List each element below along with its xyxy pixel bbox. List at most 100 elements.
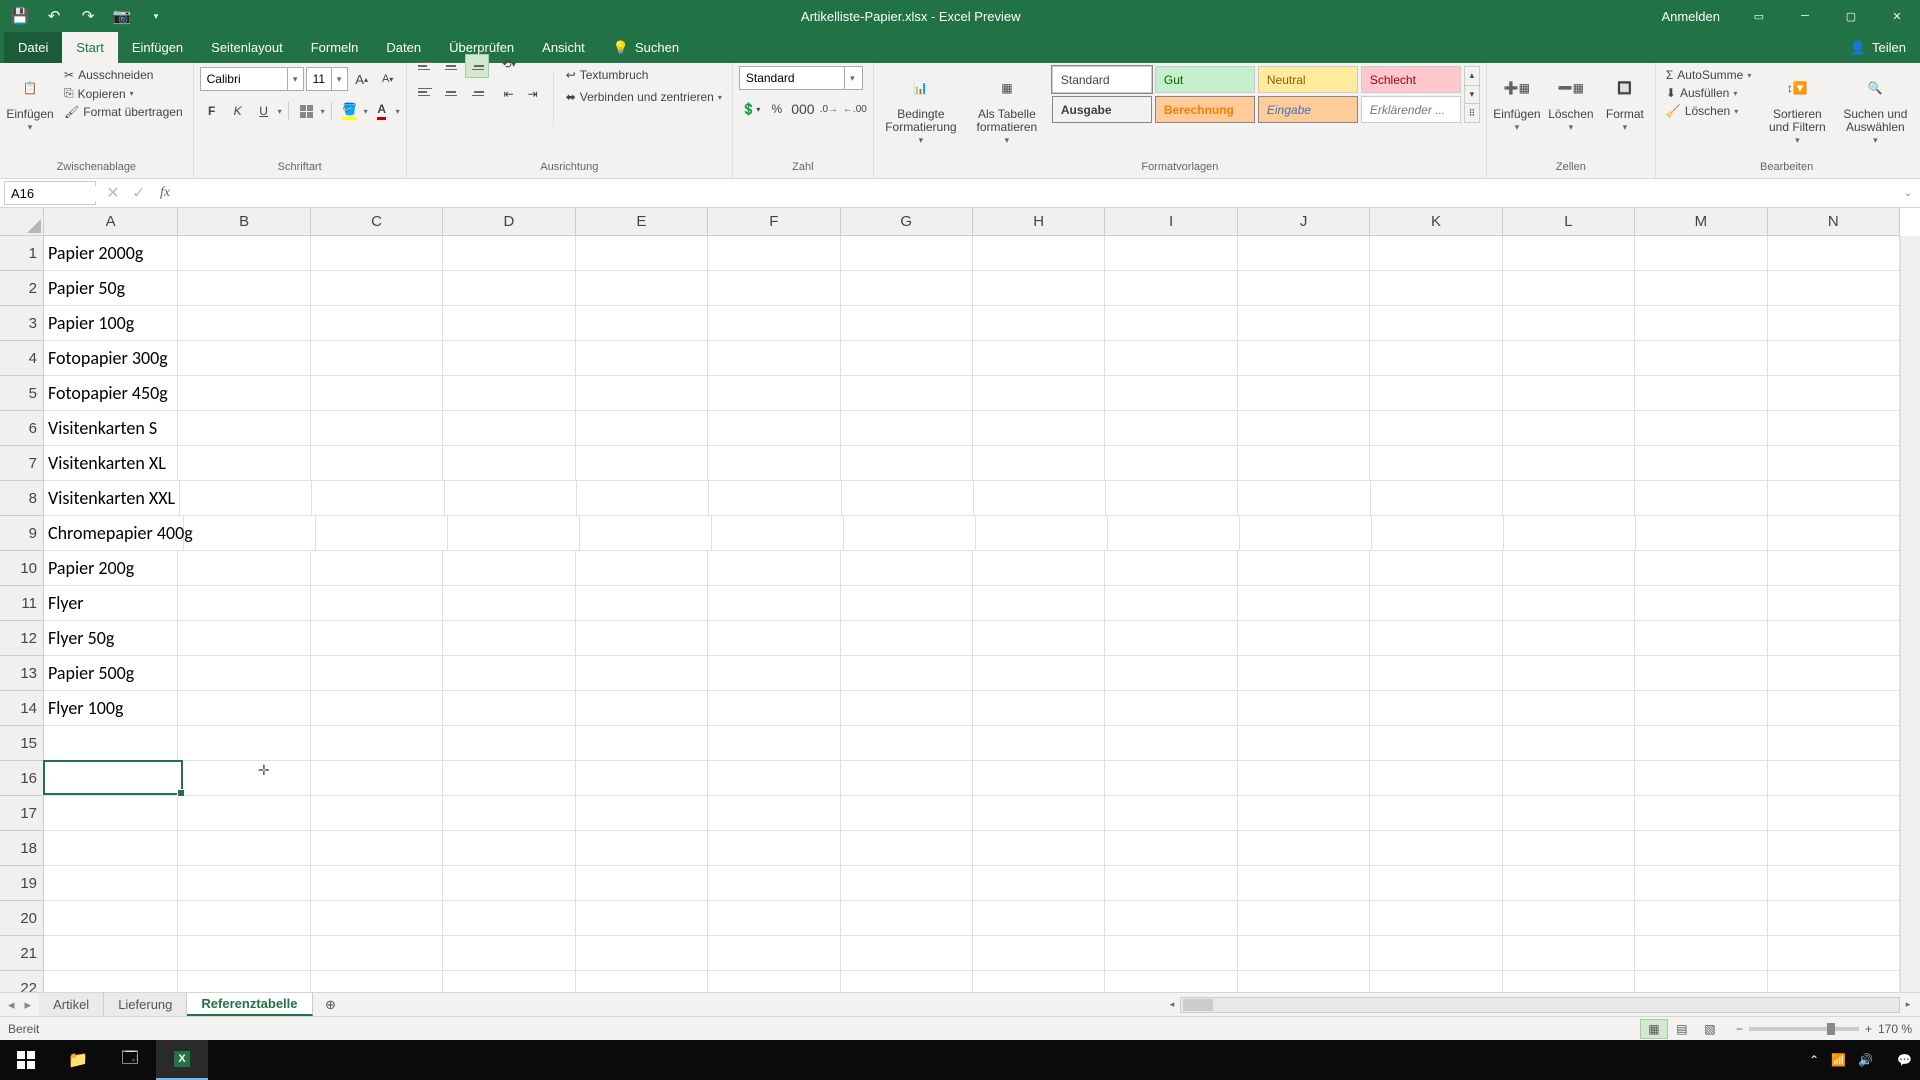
cell[interactable] xyxy=(1238,481,1370,516)
cell[interactable] xyxy=(178,586,310,621)
tab-einfuegen[interactable]: Einfügen xyxy=(118,32,197,63)
cell[interactable]: Papier 2000g xyxy=(44,236,178,271)
cell[interactable] xyxy=(1105,761,1237,796)
sheet-nav-next-button[interactable]: ▸ xyxy=(25,997,32,1013)
cell[interactable] xyxy=(708,936,840,971)
number-format-combo[interactable]: ▾ xyxy=(739,66,863,90)
cell[interactable] xyxy=(316,516,448,551)
fill-color-button[interactable]: 🪣 xyxy=(338,99,362,123)
vertical-scrollbar[interactable] xyxy=(1900,236,1920,992)
cell[interactable] xyxy=(576,271,708,306)
cell[interactable] xyxy=(1105,621,1237,656)
comma-format-button[interactable]: 000 xyxy=(791,97,815,121)
cell[interactable] xyxy=(1635,656,1767,691)
cell[interactable] xyxy=(576,691,708,726)
sort-filter-button[interactable]: ↕🔽Sortieren und Filtern▾ xyxy=(1761,66,1833,154)
column-header-I[interactable]: I xyxy=(1105,208,1237,235)
cell[interactable] xyxy=(973,376,1105,411)
expand-formula-bar-button[interactable]: ⌄ xyxy=(1896,188,1920,199)
start-button[interactable] xyxy=(0,1040,52,1080)
cell[interactable] xyxy=(576,726,708,761)
cell[interactable] xyxy=(708,376,840,411)
cell[interactable] xyxy=(708,341,840,376)
cell[interactable] xyxy=(1503,901,1635,936)
cell[interactable] xyxy=(178,376,310,411)
cell[interactable] xyxy=(842,481,974,516)
cell[interactable] xyxy=(708,866,840,901)
find-select-button[interactable]: 🔍Suchen und Auswählen▾ xyxy=(1839,66,1911,154)
align-top-button[interactable] xyxy=(413,54,437,78)
app-taskbar-button[interactable]: 🗔 xyxy=(104,1040,156,1080)
row-header-17[interactable]: 17 xyxy=(0,796,43,831)
zoom-out-button[interactable]: − xyxy=(1736,1022,1743,1036)
cell[interactable]: Flyer 50g xyxy=(44,621,178,656)
cell[interactable] xyxy=(1238,306,1370,341)
cell[interactable] xyxy=(841,586,973,621)
cell[interactable] xyxy=(576,446,708,481)
cell[interactable] xyxy=(1238,586,1370,621)
horizontal-scrollbar[interactable] xyxy=(1180,997,1900,1013)
cell[interactable] xyxy=(1106,481,1238,516)
cell[interactable] xyxy=(1238,376,1370,411)
add-sheet-button[interactable]: ⊕ xyxy=(313,993,349,1016)
merge-center-button[interactable]: ⬌Verbinden und zentrieren▾ xyxy=(562,88,726,106)
cell[interactable] xyxy=(311,796,443,831)
cell[interactable] xyxy=(1105,341,1237,376)
cell[interactable] xyxy=(1635,271,1767,306)
align-bottom-button[interactable] xyxy=(465,54,489,78)
cell[interactable] xyxy=(708,831,840,866)
style-berechnung[interactable]: Berechnung xyxy=(1155,96,1255,123)
cell[interactable] xyxy=(576,341,708,376)
cell[interactable] xyxy=(576,831,708,866)
indent-decrease-button[interactable]: ⇤ xyxy=(497,82,521,106)
decrease-decimal-button[interactable]: .0→ xyxy=(817,97,841,121)
cell[interactable] xyxy=(1370,761,1502,796)
cell[interactable] xyxy=(1238,446,1370,481)
insert-cells-button[interactable]: ➕▦Einfügen▾ xyxy=(1493,66,1541,154)
chevron-down-icon[interactable]: ▾ xyxy=(844,67,860,89)
cell[interactable] xyxy=(709,481,841,516)
wrap-text-button[interactable]: ↩Textumbruch xyxy=(562,66,726,84)
cell[interactable] xyxy=(1105,446,1237,481)
cell[interactable] xyxy=(443,551,575,586)
ribbon-display-icon[interactable]: ▭ xyxy=(1736,0,1782,32)
cell[interactable] xyxy=(1238,936,1370,971)
column-header-L[interactable]: L xyxy=(1503,208,1635,235)
cell[interactable] xyxy=(1105,866,1237,901)
excel-taskbar-button[interactable]: X xyxy=(156,1040,208,1080)
column-header-A[interactable]: A xyxy=(44,208,178,235)
cell[interactable] xyxy=(1503,936,1635,971)
sheet-tab-lieferung[interactable]: Lieferung xyxy=(104,993,187,1016)
cell[interactable] xyxy=(1768,481,1900,516)
cell[interactable] xyxy=(1238,551,1370,586)
sheet-tab-referenztabelle[interactable]: Referenztabelle xyxy=(187,993,312,1016)
cell[interactable] xyxy=(1238,726,1370,761)
cell[interactable] xyxy=(1635,236,1767,271)
cell[interactable] xyxy=(708,411,840,446)
row-header-18[interactable]: 18 xyxy=(0,831,43,866)
style-neutral[interactable]: Neutral xyxy=(1258,66,1358,93)
cell[interactable] xyxy=(448,516,580,551)
cell[interactable] xyxy=(1503,481,1635,516)
font-name-combo[interactable]: ▾ xyxy=(200,67,304,91)
cell[interactable] xyxy=(841,936,973,971)
cell[interactable] xyxy=(1238,236,1370,271)
cell[interactable] xyxy=(708,761,840,796)
file-explorer-taskbar-button[interactable]: 📁 xyxy=(52,1040,104,1080)
row-header-8[interactable]: 8 xyxy=(0,481,43,516)
number-format-input[interactable] xyxy=(740,67,844,89)
cell[interactable] xyxy=(1372,516,1504,551)
gallery-up-button[interactable]: ▴ xyxy=(1465,67,1479,86)
cell[interactable] xyxy=(576,236,708,271)
cell[interactable] xyxy=(443,796,575,831)
cell[interactable] xyxy=(973,621,1105,656)
cell[interactable] xyxy=(1503,656,1635,691)
cell[interactable] xyxy=(1503,411,1635,446)
cell[interactable] xyxy=(708,586,840,621)
row-header-15[interactable]: 15 xyxy=(0,726,43,761)
cell[interactable] xyxy=(1503,306,1635,341)
cell[interactable] xyxy=(973,656,1105,691)
cell[interactable] xyxy=(708,551,840,586)
cell[interactable] xyxy=(311,446,443,481)
cancel-formula-button[interactable]: ✕ xyxy=(100,181,126,205)
